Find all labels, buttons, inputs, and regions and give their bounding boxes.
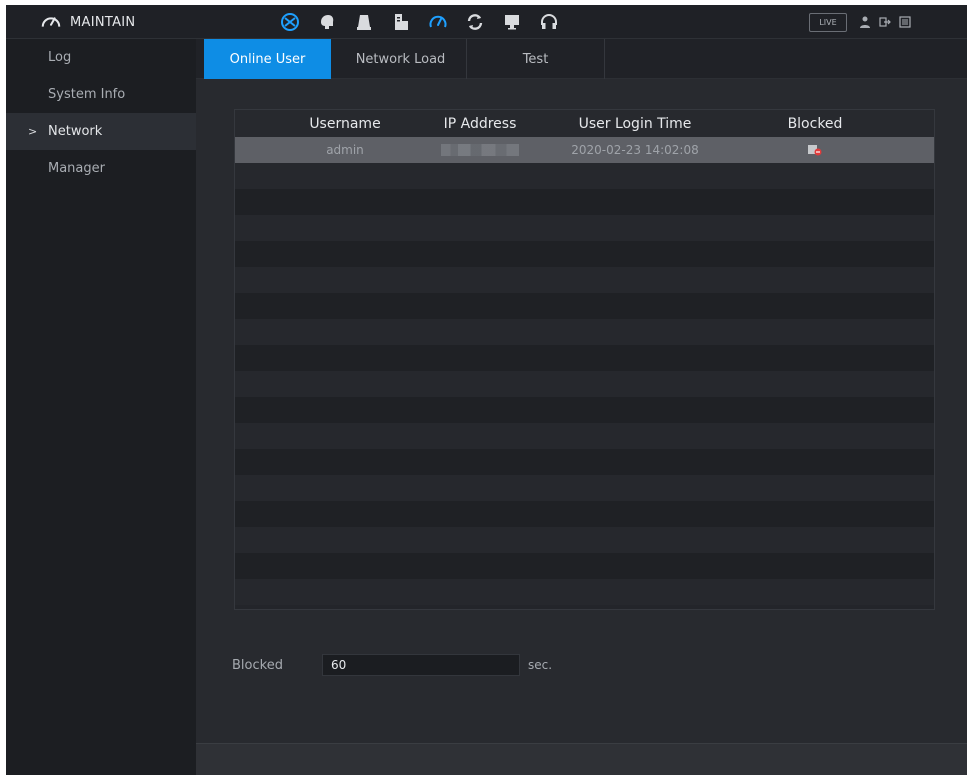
table-row (235, 163, 934, 189)
table-row (235, 241, 934, 267)
menu-icon[interactable] (898, 15, 912, 29)
table-row (235, 449, 934, 475)
redacted-ip (441, 144, 519, 156)
table-row (235, 267, 934, 293)
monitor-icon[interactable] (493, 5, 530, 39)
table-header: Username IP Address User Login Time Bloc… (235, 110, 934, 137)
cell-blocked (755, 137, 875, 163)
tab-bar: Online User Network Load Test (196, 39, 967, 79)
blocked-duration-input[interactable] (322, 654, 520, 676)
sidebar-item-manager[interactable]: Manager (6, 150, 196, 187)
column-header-ip-address[interactable]: IP Address (415, 110, 545, 137)
page-title: MAINTAIN (70, 14, 136, 30)
brand: MAINTAIN (40, 5, 135, 39)
cell-username: admin (326, 143, 364, 157)
sidebar-item-label: Log (48, 50, 72, 65)
brain-icon[interactable] (308, 5, 345, 39)
blocked-unit: sec. (528, 658, 553, 672)
device-icon[interactable] (382, 5, 419, 39)
sidebar-item-network[interactable]: > Network (6, 113, 196, 150)
sidebar-item-label: System Info (48, 87, 126, 102)
block-user-icon[interactable] (808, 144, 822, 156)
table-row (235, 553, 934, 579)
tab-online-user[interactable]: Online User (204, 39, 331, 79)
sidebar: Log System Info > Network Manager (6, 39, 196, 775)
main-panel: Username IP Address User Login Time Bloc… (196, 79, 967, 775)
sidebar-item-label: Manager (48, 161, 105, 176)
logout-icon[interactable] (878, 15, 892, 29)
column-header-login-time[interactable]: User Login Time (555, 110, 715, 137)
column-header-blocked[interactable]: Blocked (755, 110, 875, 137)
table-row (235, 501, 934, 527)
tab-network-load[interactable]: Network Load (335, 39, 466, 79)
online-user-table: Username IP Address User Login Time Bloc… (234, 109, 935, 610)
table-row (235, 527, 934, 553)
table-row (235, 397, 934, 423)
sidebar-item-log[interactable]: Log (6, 39, 196, 76)
tab-test[interactable]: Test (467, 39, 604, 79)
user-icon[interactable] (858, 15, 872, 29)
chevron-right-icon: > (28, 125, 38, 138)
table-row (235, 189, 934, 215)
gauge-icon[interactable] (419, 5, 456, 39)
cell-login-time: 2020-02-23 14:02:08 (571, 143, 699, 157)
table-row (235, 319, 934, 345)
sidebar-item-label: Network (48, 124, 103, 139)
headset-icon[interactable] (530, 5, 567, 39)
footer-bar (196, 743, 967, 775)
sidebar-item-system-info[interactable]: System Info (6, 76, 196, 113)
table-row (235, 345, 934, 371)
top-bar: MAINTAIN LIVE (6, 5, 967, 39)
table-row (235, 475, 934, 501)
table-row (235, 423, 934, 449)
table-row (235, 293, 934, 319)
top-icon-bar (271, 5, 567, 39)
column-header-username[interactable]: Username (275, 110, 415, 137)
table-row[interactable]: admin 2020-02-23 14:02:08 (235, 137, 934, 163)
refresh-icon[interactable] (456, 5, 493, 39)
table-row (235, 371, 934, 397)
app-window: MAINTAIN LIVE Log System Info > Network … (6, 5, 967, 775)
table-row (235, 215, 934, 241)
tray-icons (858, 5, 912, 39)
live-button[interactable]: LIVE (809, 13, 847, 32)
storage-icon[interactable] (345, 5, 382, 39)
blocked-setting: Blocked sec. (232, 654, 552, 676)
gauge-icon (41, 17, 61, 27)
network-globe-icon[interactable] (271, 5, 308, 39)
blocked-label: Blocked (232, 657, 283, 673)
table-row (235, 579, 934, 605)
tab-divider (604, 39, 605, 79)
cell-ip-address (415, 137, 545, 163)
